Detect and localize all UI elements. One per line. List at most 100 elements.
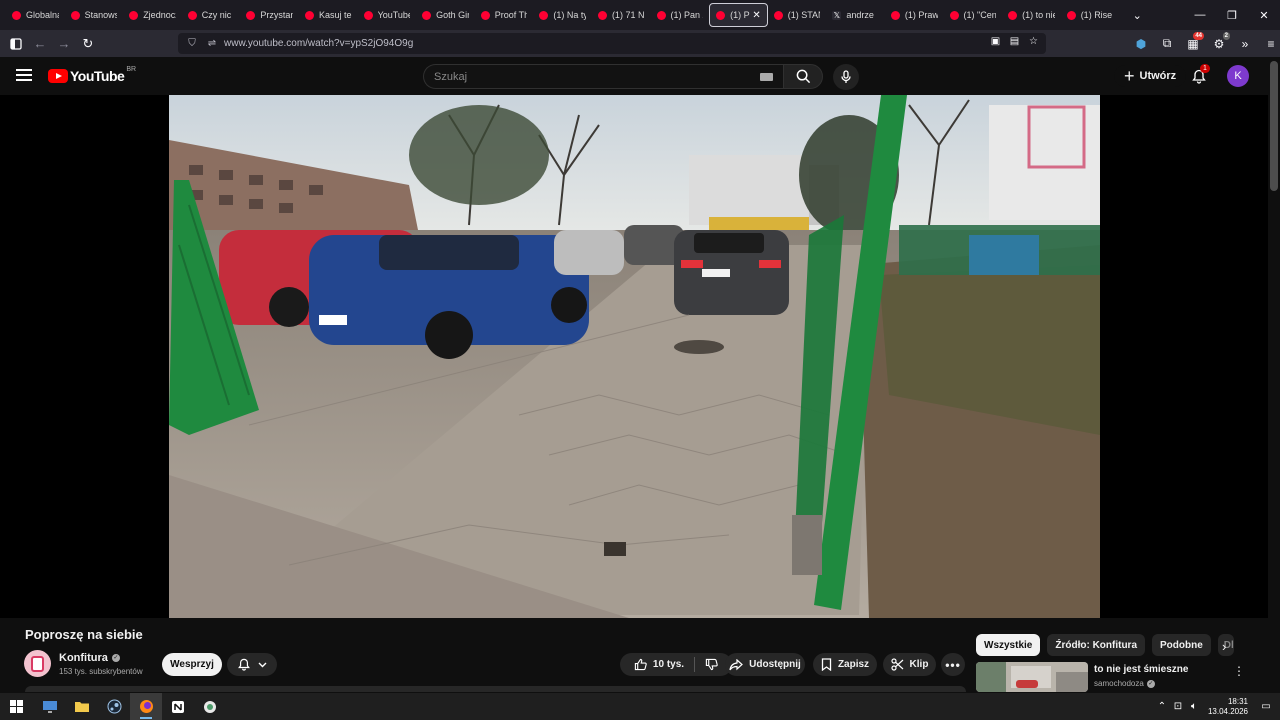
dislike-button[interactable] [695, 658, 718, 671]
youtube-icon [949, 10, 959, 20]
notion-icon[interactable] [162, 693, 194, 720]
support-button[interactable]: Wesprzyj [162, 653, 222, 676]
forward-arrow-icon[interactable]: → [52, 32, 76, 56]
tab-label: (1) STAN [787, 10, 821, 20]
browser-tab[interactable]: (1) 71 N [592, 3, 651, 27]
url-text[interactable]: www.youtube.com/watch?v=ypS2jO94O9g [224, 38, 413, 49]
video-scene-image [169, 95, 1100, 618]
search-input[interactable] [424, 65, 724, 88]
video-player[interactable] [0, 95, 1268, 618]
extension-puzzle-icon[interactable]: ⧉ [1154, 36, 1180, 51]
channel-avatar[interactable] [24, 650, 51, 677]
file-explorer-icon[interactable] [66, 693, 98, 720]
menu-hamburger-icon[interactable] [16, 69, 32, 81]
site-permissions-icon[interactable]: ⇌ [204, 38, 220, 49]
subscriber-count: 153 tys. subskrybentów [59, 667, 143, 676]
volume-icon[interactable]: 🔈︎ [1186, 701, 1202, 712]
tab-active[interactable]: (1) Po✕ [709, 3, 768, 27]
filter-chip[interactable]: Wszystkie [976, 634, 1041, 656]
subscription-notifications-button[interactable] [227, 653, 277, 676]
voice-search-button[interactable] [833, 64, 859, 90]
back-arrow-icon[interactable]: ← [28, 32, 52, 56]
picture-in-picture-icon[interactable]: ▣ [989, 36, 1002, 47]
youtube-wordmark: YouTube [70, 68, 125, 84]
network-icon[interactable]: ⊡ [1170, 701, 1186, 712]
browser-tab[interactable]: Przystan [240, 3, 299, 27]
clip-button[interactable]: Klip [883, 653, 936, 676]
windows-start-icon[interactable] [0, 693, 32, 720]
filter-chip[interactable]: Podobne [1152, 634, 1211, 656]
close-tab-icon[interactable]: ✕ [752, 10, 760, 21]
page-scrollbar[interactable] [1268, 57, 1280, 693]
restore-icon[interactable]: ❐ [1216, 0, 1248, 30]
shield-icon[interactable]: ⛉ [184, 38, 200, 49]
youtube-logo[interactable]: YouTube BR [48, 66, 136, 84]
tab-label: (1) Na ty [553, 10, 586, 20]
account-avatar[interactable]: K [1227, 65, 1249, 87]
channel-name[interactable]: Konfitura [59, 652, 108, 664]
reload-icon[interactable]: ↻ [76, 32, 100, 56]
browser-tab[interactable]: Zjednocz [123, 3, 182, 27]
youtube-play-icon [48, 69, 68, 83]
browser-tab[interactable]: Kasuj te [299, 3, 358, 27]
description-box-edge[interactable] [25, 686, 966, 692]
close-window-icon[interactable]: ✕ [1248, 0, 1280, 30]
browser-tab[interactable]: 𝕏andrze [826, 3, 885, 27]
chat-app-icon[interactable] [194, 693, 226, 720]
channel-name-row[interactable]: Konfitura ✓ [59, 652, 120, 664]
like-button[interactable]: 10 tys. [634, 657, 696, 672]
browser-tab[interactable]: (1) Pan z [651, 3, 710, 27]
browser-tab[interactable]: (1) Na ty [533, 3, 592, 27]
monitor-app-icon[interactable] [34, 693, 66, 720]
search-button[interactable] [783, 64, 823, 89]
extension-badge: 2 [1222, 31, 1230, 40]
scrollbar-thumb[interactable] [1270, 61, 1278, 191]
steam-icon[interactable] [98, 693, 130, 720]
menu-hamburger-icon[interactable]: ≡ [1258, 37, 1280, 51]
clock[interactable]: 18:31 13.04.2026 [1208, 697, 1248, 717]
youtube-icon [70, 10, 80, 20]
microphone-icon [841, 70, 851, 83]
browser-tab[interactable]: (1) to nie [1002, 3, 1061, 27]
list-all-tabs-chevron-icon[interactable]: ⌄ [1127, 9, 1147, 22]
recommended-video[interactable]: to nie jest śmieszne samochodoza ✓ ⋮ [976, 662, 1246, 692]
share-button[interactable]: Udostępnij [725, 653, 805, 676]
vpn-shield-icon[interactable]: ⬢ [1128, 37, 1154, 51]
thumbs-up-icon [634, 658, 647, 671]
filter-chip[interactable]: Źródło: Konfitura [1047, 634, 1146, 656]
browser-tab[interactable]: Proof Th [475, 3, 534, 27]
browser-tab[interactable]: (1) STAN [768, 3, 827, 27]
keyboard-icon[interactable] [760, 73, 773, 81]
extension-2-icon[interactable]: ⚙ 2 [1206, 31, 1232, 51]
notifications-button[interactable]: 1 [1189, 64, 1210, 86]
tray-chevron-up-icon[interactable]: ⌃ [1154, 701, 1170, 712]
youtube-icon [304, 10, 314, 20]
browser-tab[interactable]: (1) Praw [885, 3, 944, 27]
more-actions-button[interactable]: ••• [941, 653, 965, 676]
recommended-title[interactable]: to nie jest śmieszne [1094, 664, 1188, 675]
create-button[interactable]: + Utwórz [1114, 65, 1187, 87]
notification-center-icon[interactable]: ▭ [1258, 701, 1274, 712]
overflow-chevron-icon[interactable]: » [1232, 37, 1258, 51]
bookmark-star-icon[interactable]: ☆ [1027, 36, 1040, 47]
recommended-thumbnail[interactable] [976, 662, 1088, 692]
browser-tab[interactable]: Stanows [65, 3, 124, 27]
extension-1-icon[interactable]: ▦ 44 [1180, 31, 1206, 51]
browser-tab[interactable]: YouTube [358, 3, 417, 27]
kebab-menu-icon[interactable]: ⋮ [1233, 664, 1245, 678]
browser-tab[interactable]: (1) "Cen [944, 3, 1003, 27]
minimize-icon[interactable]: — [1184, 0, 1216, 30]
firefox-icon[interactable] [130, 693, 162, 720]
video-frame[interactable] [169, 95, 1100, 618]
browser-tab[interactable]: Czy nic n [182, 3, 241, 27]
reader-view-icon[interactable]: ▤ [1008, 36, 1021, 47]
browser-tab[interactable]: (1) Rise c [1061, 3, 1120, 27]
sidebar-toggle-icon[interactable] [4, 32, 28, 56]
browser-tab[interactable]: Goth Gir [416, 3, 475, 27]
browser-tab[interactable]: Globalna [6, 3, 65, 27]
url-bar[interactable]: ⛉ ⇌ www.youtube.com/watch?v=ypS2jO94O9g … [178, 33, 1046, 54]
save-button[interactable]: Zapisz [813, 653, 877, 676]
chevron-right-icon[interactable]: › [1222, 639, 1226, 654]
youtube-icon [187, 10, 197, 20]
like-count: 10 tys. [652, 659, 685, 670]
